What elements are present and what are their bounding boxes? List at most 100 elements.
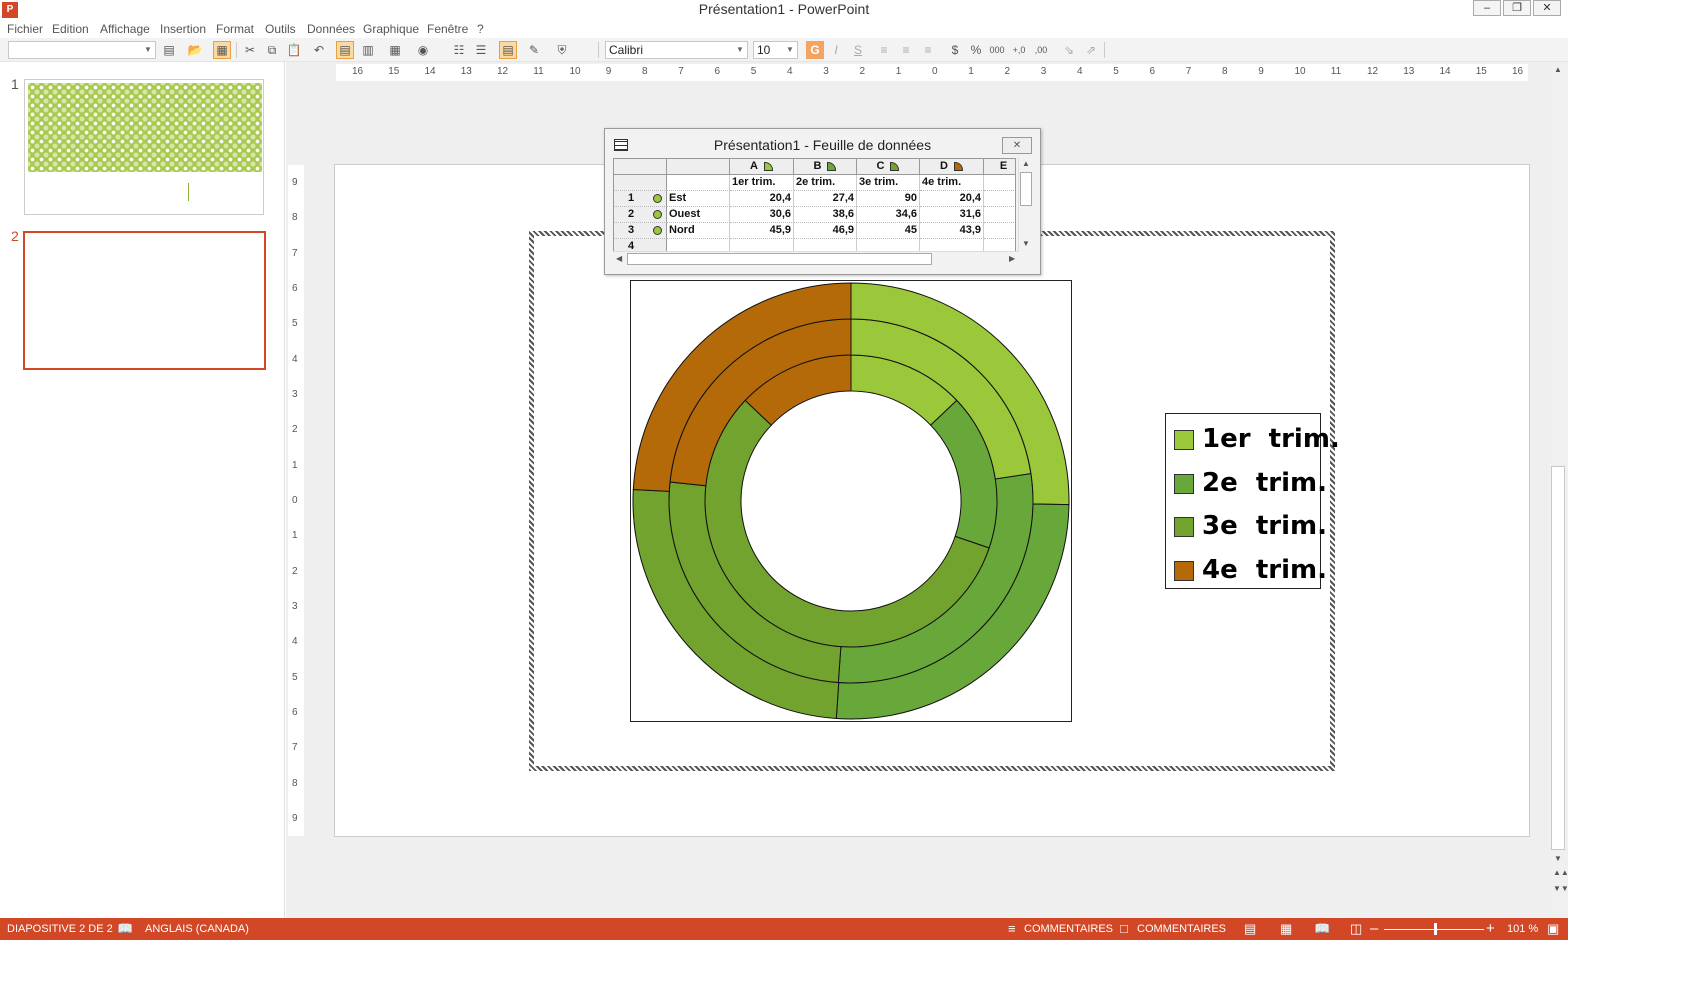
row-header-blank[interactable] xyxy=(614,175,667,191)
datasheet-vertical-scrollbar[interactable]: ▲ ▼ xyxy=(1018,158,1032,252)
corner-cell[interactable] xyxy=(614,159,667,175)
data-cell[interactable]: 90 xyxy=(857,191,920,207)
language-indicator[interactable]: ANGLAIS (CANADA) xyxy=(145,923,249,935)
cell[interactable] xyxy=(984,223,1015,239)
copy-icon[interactable]: ⧉ xyxy=(263,41,281,59)
increase-decimal-button[interactable]: +,0 xyxy=(1010,41,1028,59)
angle-down-icon[interactable]: ⇘ xyxy=(1060,41,1078,59)
data-cell[interactable]: 38,6 xyxy=(794,207,857,223)
data-cell[interactable]: 46,9 xyxy=(794,223,857,239)
column-header-b[interactable]: B xyxy=(794,159,857,175)
data-cell[interactable]: 30,6 xyxy=(730,207,794,223)
percent-style-button[interactable]: % xyxy=(967,41,985,59)
cell[interactable] xyxy=(667,175,730,191)
menu-fichier[interactable]: Fichier xyxy=(7,22,43,36)
notes-button[interactable]: COMMENTAIRES xyxy=(1024,923,1113,935)
data-cell[interactable]: 45 xyxy=(857,223,920,239)
row-header-1[interactable]: 1 xyxy=(614,191,667,207)
spell-check-icon[interactable]: 📖 xyxy=(117,921,133,937)
reading-view-icon[interactable]: 📖 xyxy=(1314,921,1330,937)
scroll-down-icon[interactable]: ▼ xyxy=(1554,854,1562,863)
fit-to-window-icon[interactable]: ▣ xyxy=(1547,921,1559,937)
cell[interactable] xyxy=(984,207,1015,223)
previous-slide-icon[interactable]: ▲▲ xyxy=(1553,868,1569,877)
comments-button[interactable]: COMMENTAIRES xyxy=(1137,923,1226,935)
data-cell[interactable]: 45,9 xyxy=(730,223,794,239)
import-file-icon[interactable]: 📂 xyxy=(186,41,204,59)
align-left-icon[interactable]: ≡ xyxy=(875,41,893,59)
menu-format[interactable]: Format xyxy=(216,22,254,36)
restore-button[interactable]: ❐ xyxy=(1503,0,1531,16)
font-name-combo[interactable]: Calibri ▼ xyxy=(605,41,748,59)
angle-up-icon[interactable]: ⇗ xyxy=(1082,41,1100,59)
column-header-e[interactable]: E xyxy=(984,159,1015,175)
cell[interactable] xyxy=(984,175,1015,191)
menu-outils[interactable]: Outils xyxy=(265,22,296,36)
undo-icon[interactable]: ↶ xyxy=(310,41,328,59)
comma-style-button[interactable]: 000 xyxy=(988,41,1006,59)
category-header-cell[interactable]: 2e trim. xyxy=(794,175,857,191)
series-label-cell[interactable]: Est xyxy=(667,191,730,207)
category-axis-gridlines-icon[interactable]: ☷ xyxy=(450,41,468,59)
minimize-button[interactable]: – xyxy=(1473,0,1501,16)
align-right-icon[interactable]: ≡ xyxy=(919,41,937,59)
datasheet-grid[interactable]: A B C D E 1er trim. 2e trim. 3e trim. 4e… xyxy=(613,158,1016,252)
currency-style-button[interactable]: $ xyxy=(946,41,964,59)
slide-2-thumbnail-selected[interactable] xyxy=(23,231,266,370)
bold-button[interactable]: G xyxy=(806,41,824,59)
zoom-level[interactable]: 101 % xyxy=(1507,923,1538,935)
next-slide-icon[interactable]: ▼▼ xyxy=(1553,884,1569,893)
chart-object-combo[interactable]: ▼ xyxy=(8,41,156,59)
column-header-c[interactable]: C xyxy=(857,159,920,175)
italic-button[interactable]: I xyxy=(827,41,845,59)
data-cell[interactable]: 20,4 xyxy=(920,191,984,207)
paste-icon[interactable]: 📋 xyxy=(285,41,303,59)
scroll-right-icon[interactable]: ▶ xyxy=(1009,254,1015,263)
scroll-thumb[interactable] xyxy=(627,253,932,265)
data-table-icon[interactable]: ▦ xyxy=(386,41,404,59)
datasheet-window[interactable]: Présentation1 - Feuille de données ✕ A B… xyxy=(604,128,1041,275)
chart-type-icon[interactable]: ◉ xyxy=(414,41,432,59)
view-datasheet-icon[interactable]: ▦ xyxy=(213,41,231,59)
menu-affichage[interactable]: Affichage xyxy=(100,22,150,36)
scroll-up-icon[interactable]: ▲ xyxy=(1554,65,1562,74)
scroll-left-icon[interactable]: ◀ xyxy=(616,254,622,263)
column-header-d[interactable]: D xyxy=(920,159,984,175)
row-label-column-header[interactable] xyxy=(667,159,730,175)
normal-view-icon[interactable]: ▤ xyxy=(1244,921,1256,937)
scroll-thumb[interactable] xyxy=(1551,466,1565,850)
menu-fenetre[interactable]: Fenêtre xyxy=(427,22,468,36)
slide-sorter-icon[interactable]: ▦ xyxy=(1280,921,1292,937)
by-row-icon[interactable]: ▤ xyxy=(336,41,354,59)
scroll-up-icon[interactable]: ▲ xyxy=(1022,159,1030,168)
data-cell[interactable]: 27,4 xyxy=(794,191,857,207)
value-axis-gridlines-icon[interactable]: ☰ xyxy=(472,41,490,59)
series-label-cell[interactable]: Nord xyxy=(667,223,730,239)
plot-area[interactable] xyxy=(630,280,1072,722)
drawing-icon[interactable]: ✎ xyxy=(525,41,543,59)
decrease-decimal-button[interactable]: ,00 xyxy=(1032,41,1050,59)
category-header-cell[interactable]: 4e trim. xyxy=(920,175,984,191)
close-button[interactable]: ✕ xyxy=(1533,0,1561,16)
scroll-down-icon[interactable]: ▼ xyxy=(1022,239,1030,248)
data-cell[interactable]: 31,6 xyxy=(920,207,984,223)
menu-help[interactable]: ? xyxy=(477,22,484,36)
align-center-icon[interactable]: ≡ xyxy=(897,41,915,59)
format-object-icon[interactable]: ▤ xyxy=(160,41,178,59)
scroll-thumb[interactable] xyxy=(1020,172,1032,206)
fill-color-icon[interactable]: ⛨ xyxy=(553,41,571,59)
column-header-a[interactable]: A xyxy=(730,159,794,175)
menu-graphique[interactable]: Graphique xyxy=(363,22,419,36)
datasheet-horizontal-scrollbar[interactable]: ◀ ▶ xyxy=(613,251,1018,266)
comments-icon[interactable]: □ xyxy=(1120,921,1128,936)
data-cell[interactable]: 20,4 xyxy=(730,191,794,207)
menu-donnees[interactable]: Données xyxy=(307,22,355,36)
zoom-slider-thumb[interactable] xyxy=(1434,923,1437,935)
notes-icon[interactable]: ≡ xyxy=(1008,921,1016,936)
zoom-in-icon[interactable]: + xyxy=(1486,920,1495,937)
data-cell[interactable]: 43,9 xyxy=(920,223,984,239)
menu-edition[interactable]: Edition xyxy=(52,22,89,36)
menu-insertion[interactable]: Insertion xyxy=(160,22,206,36)
datasheet-close-button[interactable]: ✕ xyxy=(1002,137,1032,154)
editor-vertical-scrollbar[interactable]: ▲ ▼ ▲▲ ▼▼ xyxy=(1549,62,1569,918)
